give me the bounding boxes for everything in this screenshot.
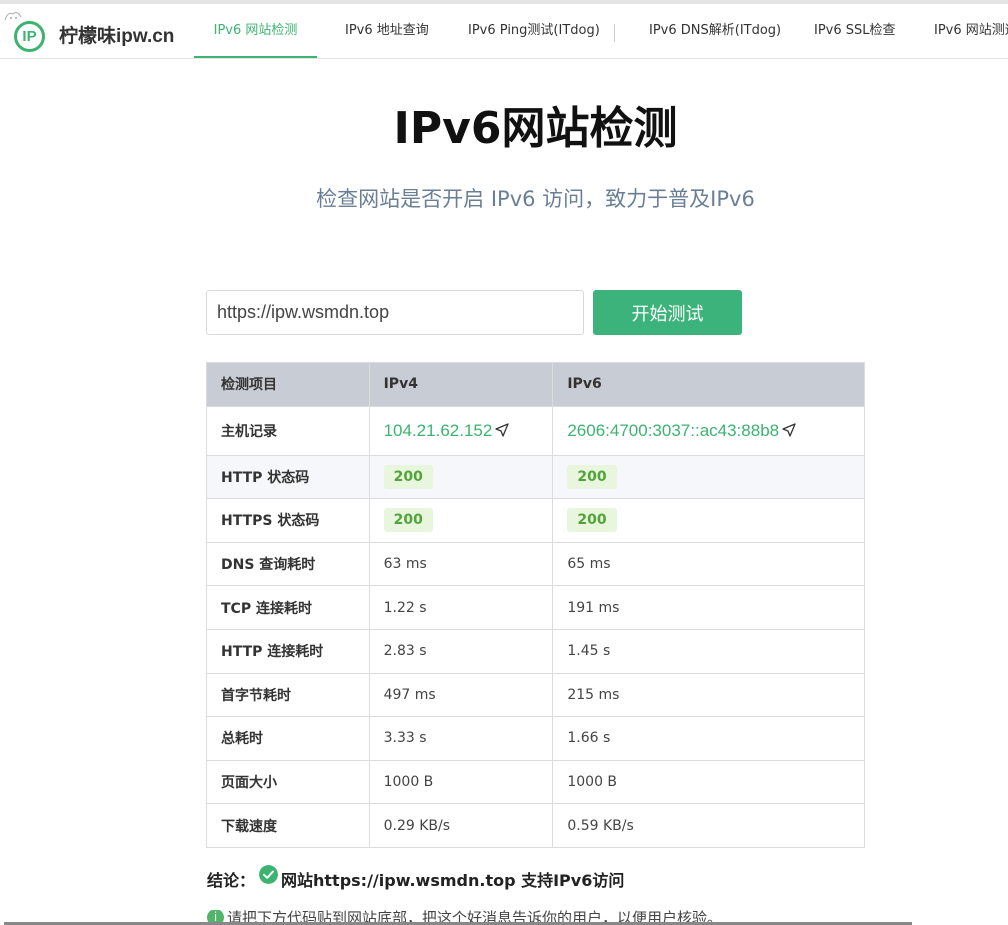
row-label: 主机记录 bbox=[206, 405, 370, 456]
row-label: 总耗时 bbox=[206, 716, 370, 761]
logo-icon[interactable]: IP bbox=[14, 21, 45, 52]
table-row: 页面大小 1000 B 1000 B bbox=[206, 759, 865, 805]
status-badge: 200 bbox=[567, 464, 617, 489]
ipv4-cell: 200 bbox=[368, 498, 554, 543]
ipv4-cell: 497 ms bbox=[368, 672, 554, 718]
brand-name[interactable]: 柠檬味ipw.cn bbox=[59, 21, 174, 48]
page-subtitle: 检查网站是否开启 IPv6 访问，致力于普及IPv6 bbox=[316, 187, 755, 211]
status-badge: 200 bbox=[567, 508, 617, 533]
ipv6-cell: 200 bbox=[552, 498, 865, 543]
row-label: DNS 查询耗时 bbox=[206, 541, 370, 587]
row-label: 首字节耗时 bbox=[206, 672, 370, 718]
status-badge: 200 bbox=[383, 464, 433, 489]
ipv4-cell: 1000 B bbox=[368, 759, 554, 805]
conclusion-text: 网站https://ipw.wsmdn.top 支持IPv6访问 bbox=[281, 871, 625, 890]
row-label: 页面大小 bbox=[206, 759, 370, 805]
nav-divider bbox=[614, 24, 615, 42]
ipv6-cell: 200 bbox=[552, 454, 865, 500]
row-label: HTTP 连接耗时 bbox=[206, 628, 370, 674]
ipv6-cell: 0.59 KB/s bbox=[552, 803, 865, 848]
url-input[interactable] bbox=[206, 290, 584, 335]
ipv4-cell: 1.22 s bbox=[368, 585, 554, 630]
table-row: HTTP 连接耗时 2.83 s 1.45 s bbox=[206, 628, 865, 674]
table-row-http-status: HTTP 状态码 200 200 bbox=[206, 454, 865, 500]
conclusion: 结论： 网站https://ipw.wsmdn.top 支持IPv6访问 bbox=[207, 864, 625, 891]
nav-ipv6-ping-test[interactable]: IPv6 Ping测试(ITdog) bbox=[468, 4, 600, 58]
nav-ipv6-speed-test[interactable]: IPv6 网站测速 bbox=[934, 4, 1008, 58]
ipv4-host-cell: 104.21.62.152 bbox=[368, 405, 554, 456]
table-row: DNS 查询耗时 63 ms 65 ms bbox=[206, 541, 865, 587]
ipv4-cell: 3.33 s bbox=[368, 716, 554, 761]
column-header-ipv6: IPv6 bbox=[552, 362, 865, 407]
ipv6-cell: 1000 B bbox=[552, 759, 865, 805]
table-row: 下载速度 0.29 KB/s 0.59 KB/s bbox=[206, 803, 865, 848]
table-row-host-record: 主机记录 104.21.62.152 2606:4700:3037::ac43:… bbox=[206, 405, 865, 456]
table-row: 总耗时 3.33 s 1.66 s bbox=[206, 716, 865, 761]
nav-ipv6-website-check[interactable]: IPv6 网站检测 bbox=[194, 4, 317, 58]
ipv4-cell: 0.29 KB/s bbox=[368, 803, 554, 848]
mascot-sketch-icon bbox=[4, 12, 22, 21]
row-label: 下载速度 bbox=[206, 803, 370, 848]
row-label: HTTP 状态码 bbox=[206, 454, 370, 500]
ipv6-host-cell: 2606:4700:3037::ac43:88b8 bbox=[552, 405, 865, 456]
page-title: IPv6网站检测 bbox=[393, 103, 678, 154]
column-header-item: 检测项目 bbox=[206, 362, 370, 407]
table-row: 首字节耗时 497 ms 215 ms bbox=[206, 672, 865, 718]
row-label: HTTPS 状态码 bbox=[206, 498, 370, 543]
column-header-ipv4: IPv4 bbox=[368, 362, 554, 407]
ipv6-cell: 191 ms bbox=[552, 585, 865, 630]
ipv4-cell: 63 ms bbox=[368, 541, 554, 587]
ipv4-cell: 200 bbox=[368, 454, 554, 500]
table-row: TCP 连接耗时 1.22 s 191 ms bbox=[206, 585, 865, 630]
nav-ipv6-address-lookup[interactable]: IPv6 地址查询 bbox=[345, 4, 429, 58]
status-badge: 200 bbox=[383, 508, 433, 533]
ipv6-cell: 215 ms bbox=[552, 672, 865, 718]
nav-ipv6-ssl-check[interactable]: IPv6 SSL检查 bbox=[814, 4, 896, 58]
conclusion-prefix: 结论： bbox=[207, 871, 256, 890]
ipv6-address-link[interactable]: 2606:4700:3037::ac43:88b8 bbox=[567, 421, 779, 440]
send-arrow-icon[interactable] bbox=[494, 422, 510, 438]
table-row-https-status: HTTPS 状态码 200 200 bbox=[206, 498, 865, 543]
ipv6-cell: 1.45 s bbox=[552, 628, 865, 674]
check-circle-icon bbox=[259, 864, 279, 884]
send-arrow-icon[interactable] bbox=[781, 422, 797, 438]
site-header: IP 柠檬味ipw.cn IPv6 网站检测 IPv6 地址查询 IPv6 Pi… bbox=[0, 4, 1008, 59]
row-label: TCP 连接耗时 bbox=[206, 585, 370, 630]
table-header-row: 检测项目 IPv4 IPv6 bbox=[206, 362, 865, 407]
ipv4-address-link[interactable]: 104.21.62.152 bbox=[384, 421, 493, 440]
nav-ipv6-dns-resolve[interactable]: IPv6 DNS解析(ITdog) bbox=[649, 4, 781, 58]
start-test-button[interactable]: 开始测试 bbox=[593, 290, 742, 335]
results-table: 检测项目 IPv4 IPv6 主机记录 104.21.62.152 2606:4… bbox=[206, 362, 865, 848]
ipv4-cell: 2.83 s bbox=[368, 628, 554, 674]
ipv6-cell: 1.66 s bbox=[552, 716, 865, 761]
ipv6-cell: 65 ms bbox=[552, 541, 865, 587]
